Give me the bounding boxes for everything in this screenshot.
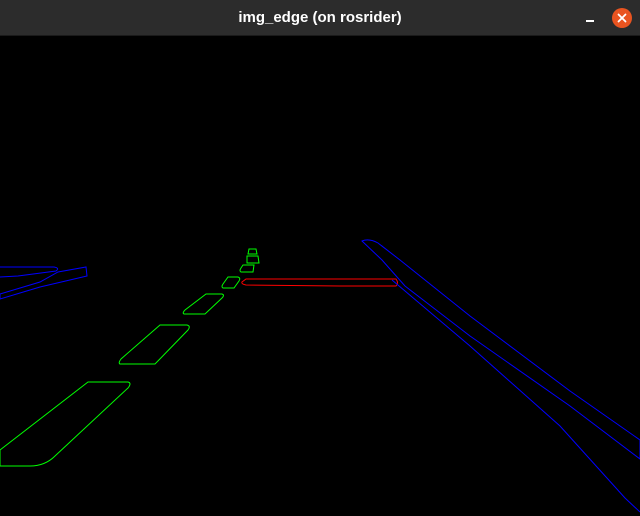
- minimize-button[interactable]: [580, 8, 600, 28]
- edge-image: [0, 36, 640, 516]
- window-title: img_edge (on rosrider): [238, 9, 402, 26]
- app-window: img_edge (on rosrider): [0, 0, 640, 516]
- close-icon: [612, 8, 632, 28]
- minimize-icon: [586, 20, 594, 22]
- edge-image-canvas: [0, 36, 640, 516]
- title-bar[interactable]: img_edge (on rosrider): [0, 0, 640, 36]
- close-button[interactable]: [611, 7, 633, 29]
